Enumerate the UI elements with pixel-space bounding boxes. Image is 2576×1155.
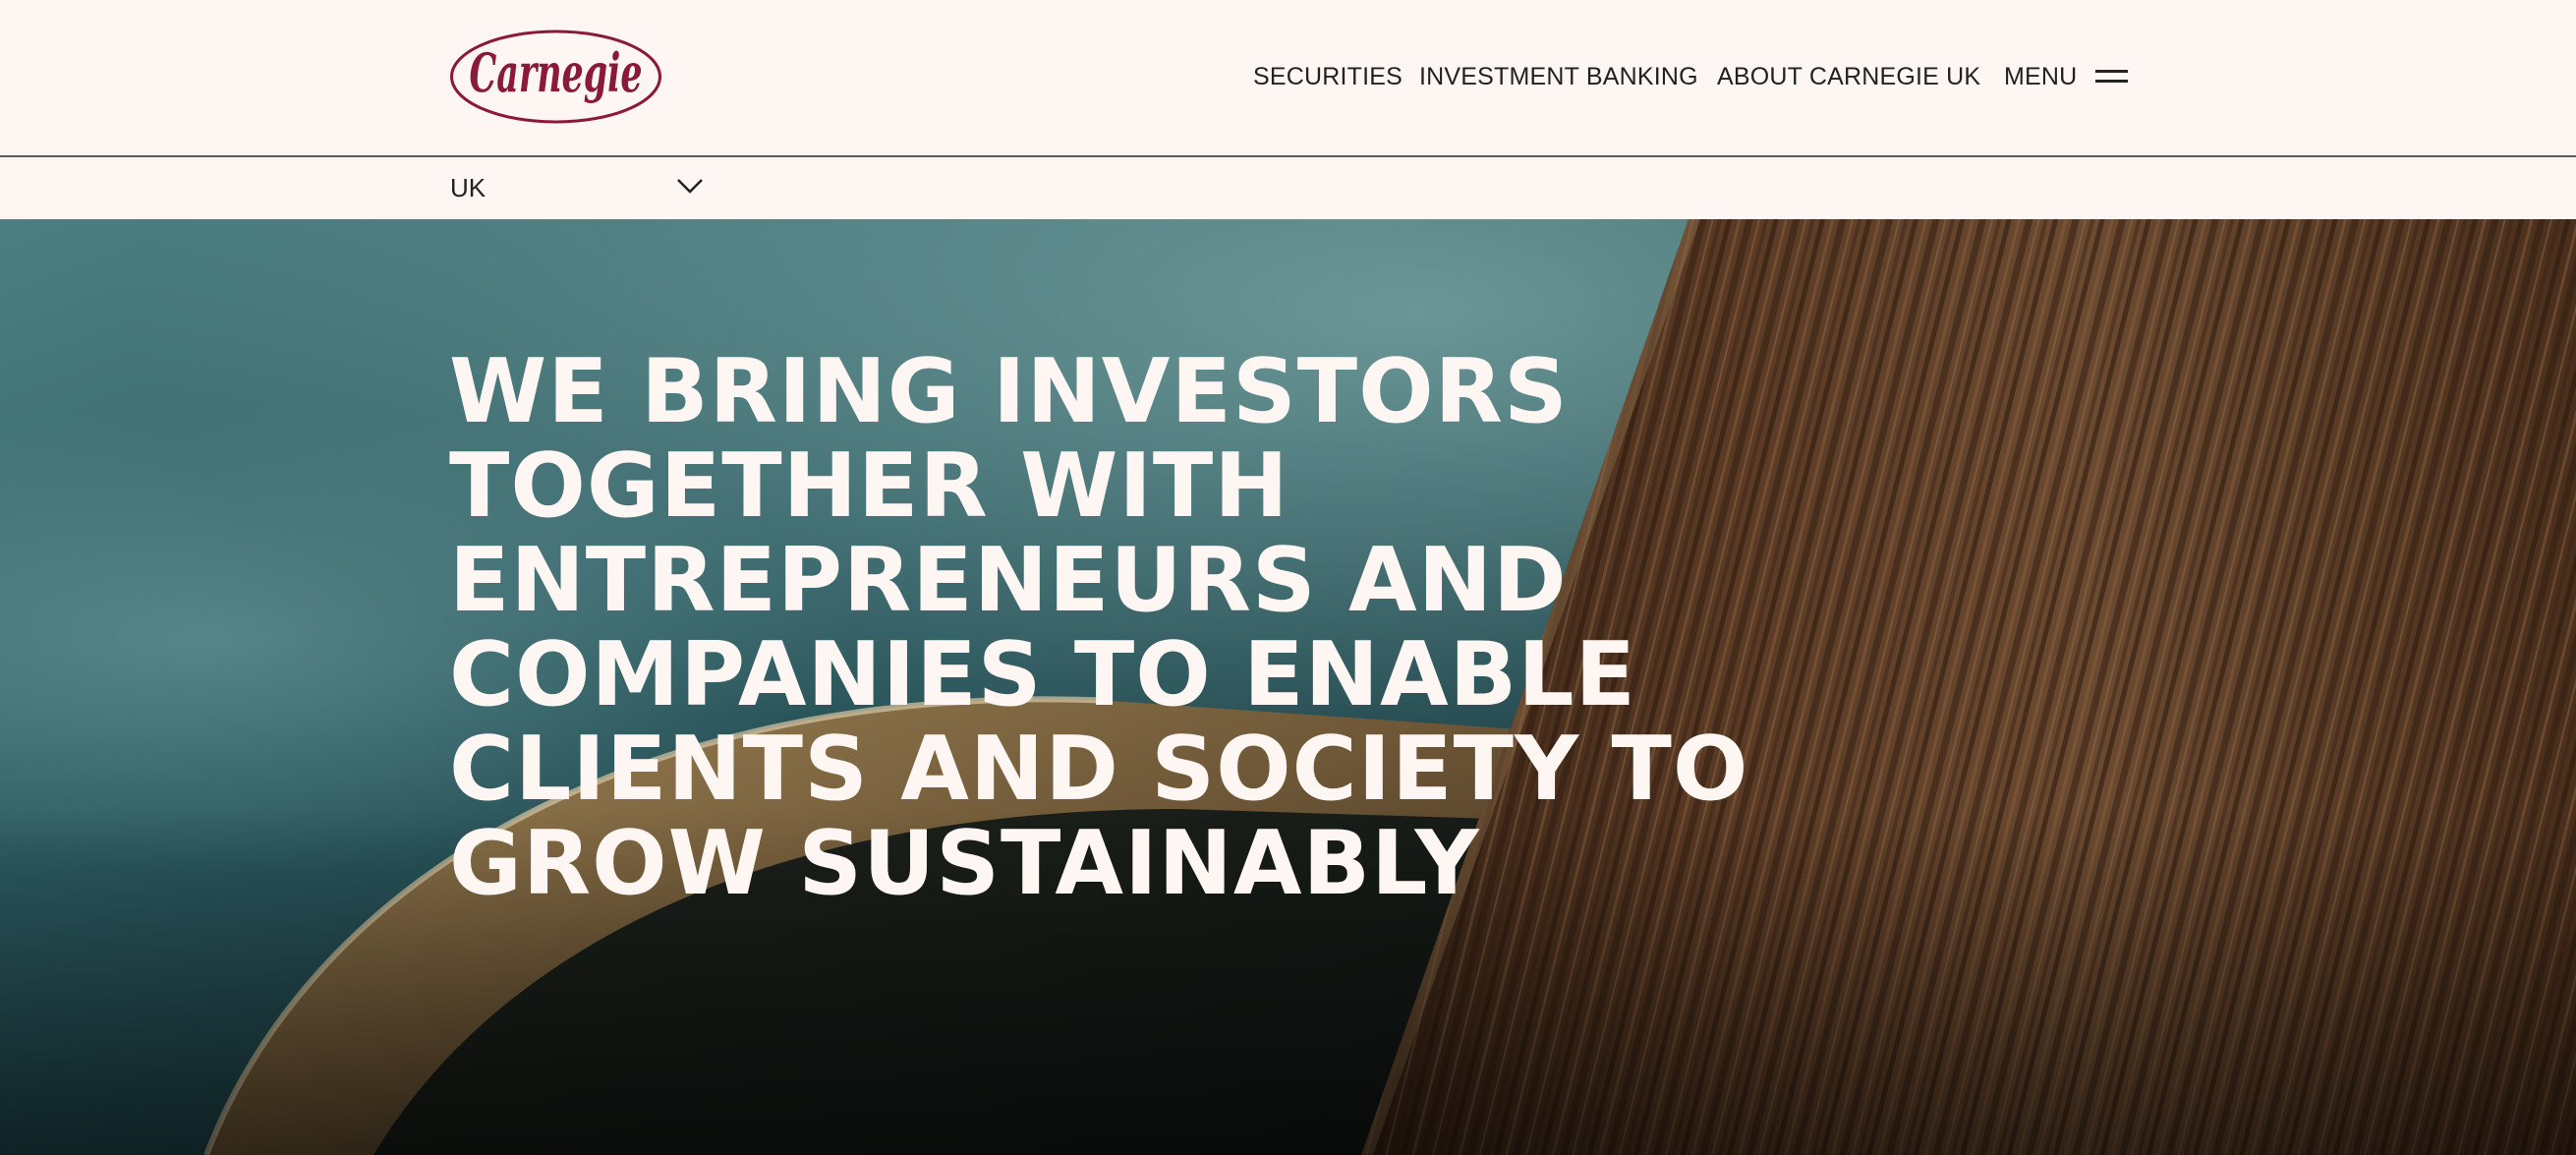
- logo-wordmark: Carnegie: [470, 41, 643, 104]
- nav-investment-banking[interactable]: INVESTMENT BANKING: [1419, 63, 1698, 91]
- menu-label: MENU: [2004, 62, 2078, 90]
- region-bar: UK: [0, 157, 2576, 219]
- hero-headline: WE BRING INVESTORS TOGETHER WITH ENTREPR…: [449, 340, 1749, 915]
- region-selected-value: UK: [450, 173, 487, 202]
- chevron-down-icon: [677, 179, 703, 194]
- nav-about-carnegie-uk[interactable]: ABOUT CARNEGIE UK: [1717, 63, 1980, 91]
- menu-button[interactable]: MENU: [2004, 59, 2129, 94]
- site-header: Carnegie SECURITIES INVESTMENT BANKING A…: [0, 0, 2576, 157]
- nav-securities[interactable]: SECURITIES: [1253, 63, 1402, 91]
- hero-section: WE BRING INVESTORS TOGETHER WITH ENTREPR…: [0, 219, 2576, 1155]
- region-selector[interactable]: UK: [449, 171, 705, 206]
- hamburger-icon: [2095, 68, 2129, 86]
- carnegie-logo[interactable]: Carnegie: [449, 29, 662, 125]
